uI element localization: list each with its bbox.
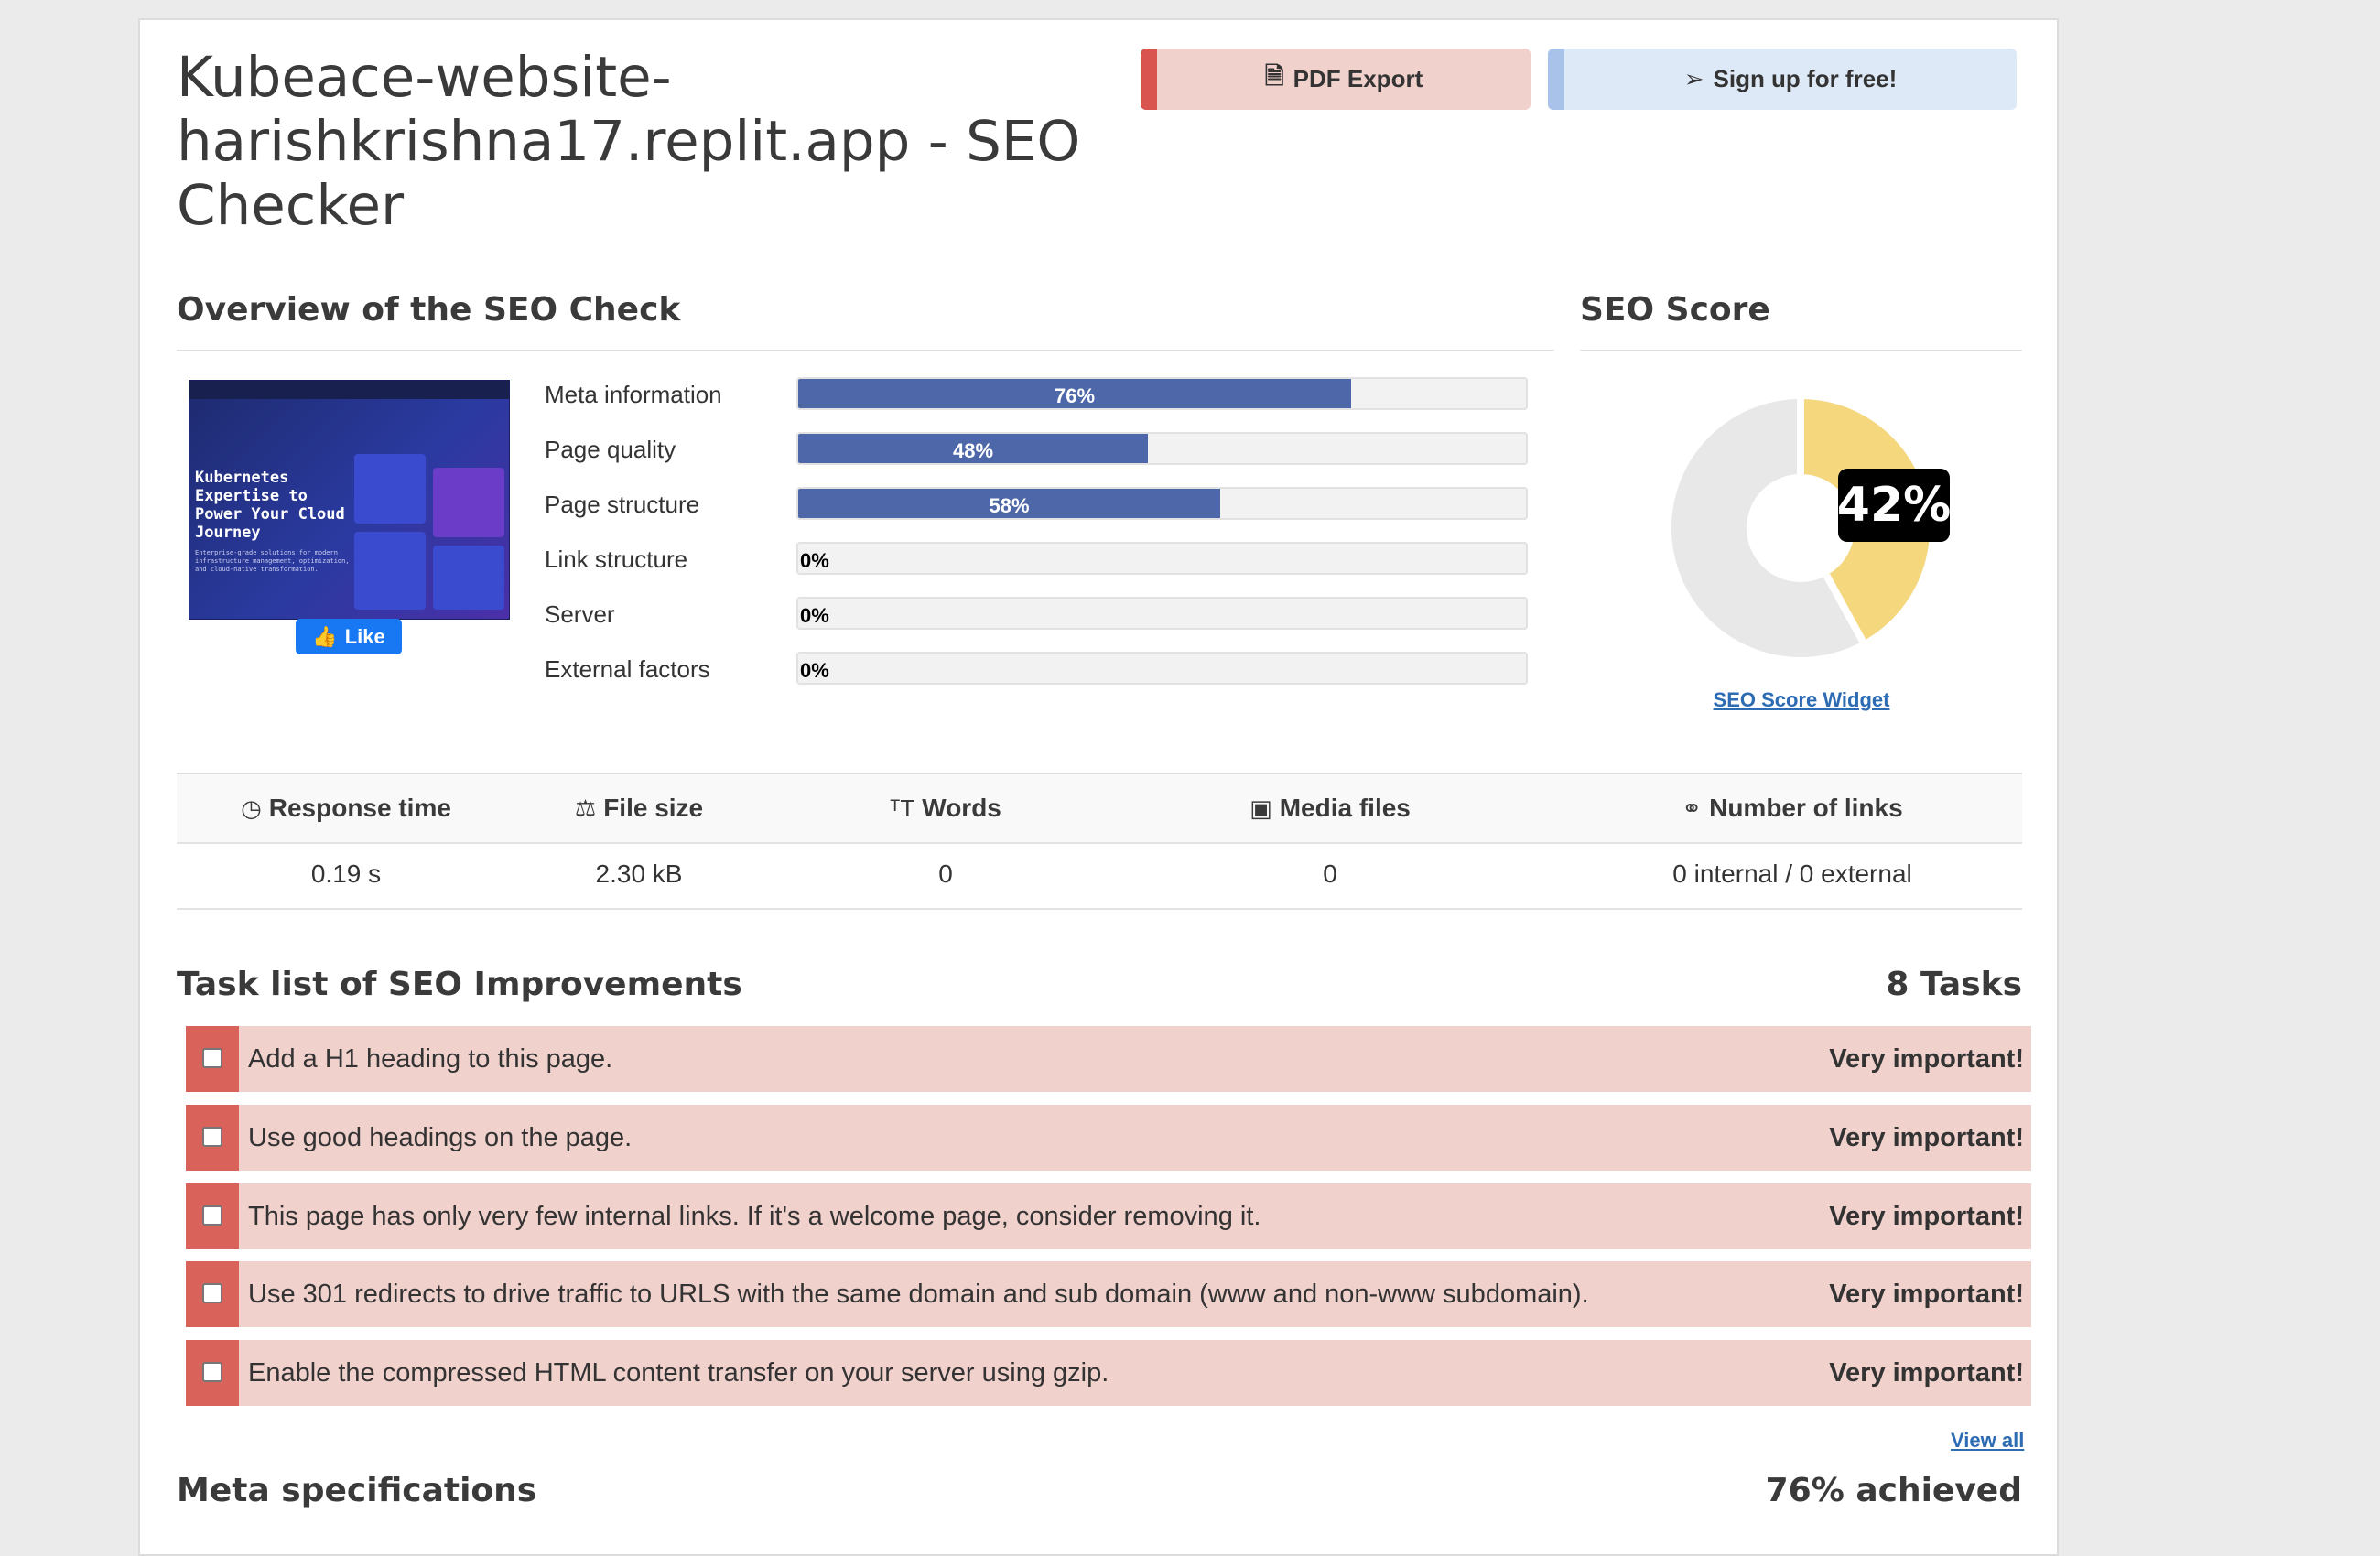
metric-label: External factors — [545, 655, 710, 683]
task-list-heading: Task list of SEO Improvements — [177, 966, 742, 1003]
stat-value: 0 internal / 0 external — [1672, 859, 1912, 888]
task-text: This page has only very few internal lin… — [248, 1202, 1261, 1231]
stats-value-row: 0.19 s 2.30 kB 0 0 0 internal / 0 external — [177, 840, 2022, 910]
task-importance: Very important! — [1829, 1358, 2024, 1388]
stat-header: ⚭ Number of links — [1618, 774, 1966, 842]
task-text: Enable the compressed HTML content trans… — [248, 1358, 1109, 1388]
task-importance: Very important! — [1829, 1123, 2024, 1152]
task-item: This page has only very few internal lin… — [186, 1183, 2031, 1249]
meta-spec-heading: Meta specifications — [177, 1472, 537, 1509]
pdf-export-label: PDF Export — [1293, 65, 1423, 92]
metric-bar-track: 0% — [796, 597, 1528, 630]
task-item: Use 301 redirects to drive traffic to UR… — [186, 1261, 2031, 1327]
stat-header: ▣ Media files — [1156, 774, 1504, 842]
thumbnail-navbar — [189, 381, 509, 399]
task-checkbox[interactable] — [202, 1362, 222, 1382]
text-size-icon: ᵀT — [890, 794, 915, 822]
stat-header-label: Words — [922, 794, 1001, 822]
image-icon: ▣ — [1250, 794, 1272, 822]
task-importance: Very important! — [1829, 1202, 2024, 1231]
metric-bar-track: 58% — [796, 487, 1528, 520]
meta-spec-achieved: 76% achieved — [1765, 1472, 2022, 1509]
clock-icon: ◷ — [241, 794, 262, 822]
website-thumbnail: Kubernetes Expertise to Power Your Cloud… — [189, 380, 510, 620]
task-importance: Very important! — [1829, 1044, 2024, 1074]
task-count: 8 Tasks — [1886, 966, 2022, 1003]
metric-label: Page structure — [545, 491, 700, 518]
thumbnail-card — [354, 532, 426, 610]
metric-label: Page quality — [545, 436, 676, 463]
metric-bar-track: 48% — [796, 432, 1528, 465]
metric-percent: 48% — [953, 439, 994, 462]
stat-header-label: File size — [603, 794, 704, 822]
seo-score-divider — [1580, 350, 2022, 351]
pdf-export-button[interactable]: 🗎 PDF Export — [1141, 49, 1531, 110]
metric-percent: 0% — [800, 604, 829, 627]
signup-label: Sign up for free! — [1713, 65, 1898, 92]
task-item: Add a H1 heading to this page. Very impor… — [186, 1026, 2031, 1092]
stat-header-label: Media files — [1279, 794, 1411, 822]
scale-icon: ⚖ — [574, 794, 597, 822]
seo-score-heading: SEO Score — [1580, 291, 1770, 329]
task-checkbox[interactable] — [202, 1048, 222, 1068]
overview-divider — [177, 350, 1554, 351]
metric-percent: 58% — [989, 494, 1030, 517]
link-icon: ⚭ — [1682, 794, 1703, 822]
thumbnail-card — [354, 454, 426, 524]
stat-header: ⚖ File size — [465, 774, 813, 842]
metric-percent: 76% — [1055, 384, 1096, 407]
signup-button[interactable]: ➢ Sign up for free! — [1548, 49, 2017, 110]
metric-row: Link structure 0% — [545, 542, 1533, 578]
task-text: Add a H1 heading to this page. — [248, 1044, 613, 1074]
task-checkbox[interactable] — [202, 1127, 222, 1147]
task-importance: Very important! — [1829, 1280, 2024, 1309]
stat-value: 0 — [938, 859, 953, 888]
metric-label: Link structure — [545, 546, 688, 573]
like-label: Like — [344, 624, 385, 648]
metric-bar-track: 0% — [796, 652, 1528, 685]
metric-percent: 0% — [800, 659, 829, 682]
view-all-link[interactable]: View all — [1951, 1429, 2024, 1453]
task-item: Enable the compressed HTML content trans… — [186, 1340, 2031, 1406]
task-checkbox[interactable] — [202, 1283, 222, 1303]
metric-row: Page quality 48% — [545, 432, 1533, 469]
metric-label: Server — [545, 600, 615, 628]
metric-bar-track: 76% — [796, 377, 1528, 410]
file-pdf-icon: 🗎 — [1264, 61, 1284, 90]
metric-label: Meta information — [545, 381, 722, 408]
stat-header-label: Number of links — [1709, 794, 1903, 822]
task-text: Use good headings on the page. — [248, 1123, 633, 1152]
thumbnail-subtext: Enterprise-grade solutions for modern in… — [195, 549, 350, 573]
metric-row: External factors 0% — [545, 652, 1533, 688]
task-checkbox[interactable] — [202, 1205, 222, 1226]
stat-header: ᵀT Words — [772, 774, 1120, 842]
thumbs-up-icon: 👍 — [312, 624, 338, 648]
stat-header-label: Response time — [268, 794, 451, 822]
stat-value: 0 — [1323, 859, 1337, 888]
stat-value: 2.30 kB — [595, 859, 683, 888]
thumbnail-card — [433, 468, 504, 537]
metric-bar-track: 0% — [796, 542, 1528, 575]
metric-row: Page structure 58% — [545, 487, 1533, 524]
seo-score-widget-link[interactable]: SEO Score Widget — [1666, 688, 1937, 712]
task-item: Use good headings on the page. Very impor… — [186, 1105, 2031, 1171]
metric-percent: 0% — [800, 549, 829, 572]
thumbnail-card — [433, 546, 504, 610]
seo-score-value: 42% — [1837, 469, 1951, 542]
metric-row: Meta information 76% — [545, 377, 1533, 414]
stats-header-row: ◷ Response time ⚖ File size ᵀT Words ▣ Media fi… — [177, 773, 2022, 844]
overview-heading: Overview of the SEO Check — [177, 291, 681, 329]
facebook-like-button[interactable]: 👍 Like — [296, 619, 402, 654]
task-text: Use 301 redirects to drive traffic to UR… — [248, 1280, 1589, 1309]
metric-row: Server 0% — [545, 597, 1533, 633]
page-title: Kubeace-website-harishkrishna17.replit.a… — [177, 45, 1081, 238]
thumbnail-headline: Kubernetes Expertise to Power Your Cloud… — [195, 469, 345, 542]
arrow-circle-right-icon: ➢ — [1683, 65, 1704, 92]
